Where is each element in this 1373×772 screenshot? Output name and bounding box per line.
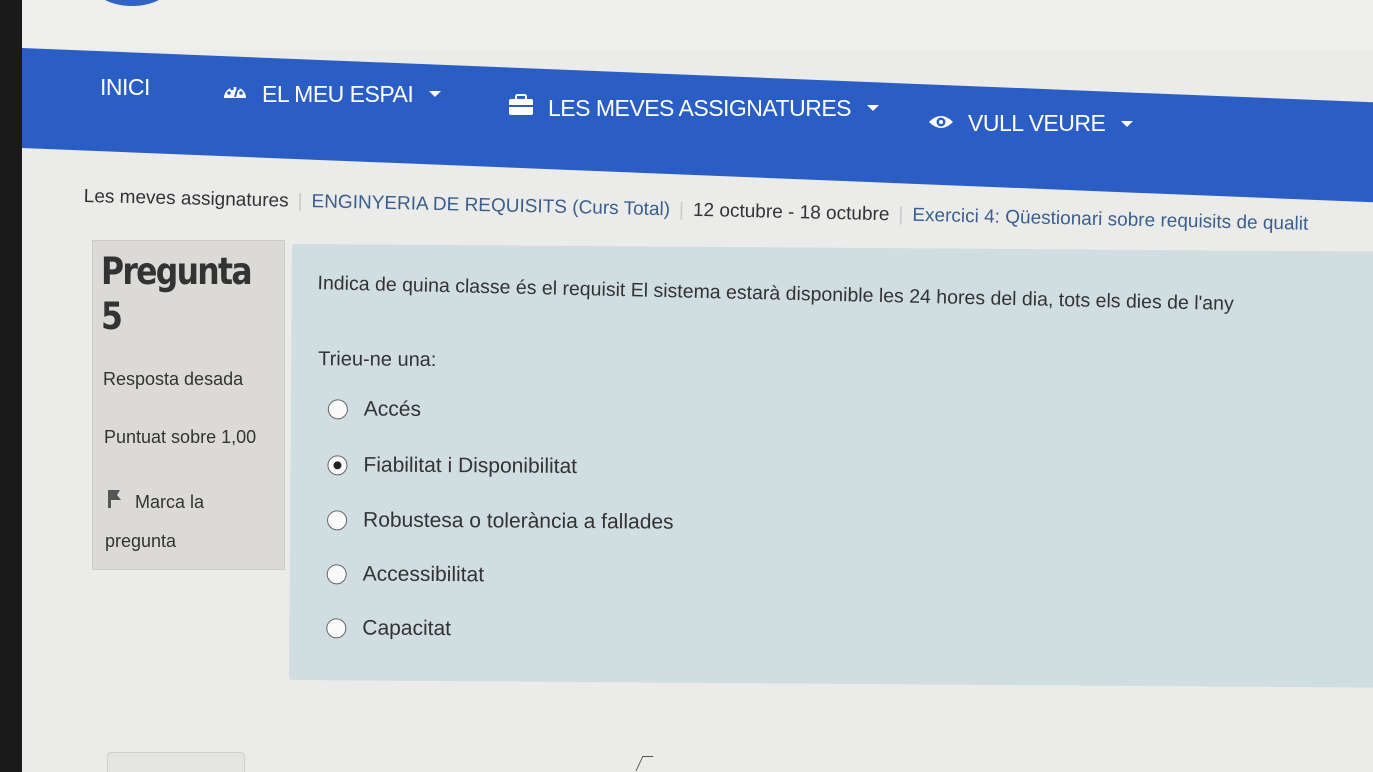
screen: INICI EL MEU ESPAI LES MEVES ASSIGNATURE… [22,0,1373,772]
flag-question-link[interactable]: Marca la pregunta [105,481,275,562]
dashboard-gauge-icon [222,80,248,108]
nav-view[interactable]: VULL VEURE [928,110,1134,137]
question-grade: Puntuat sobre 1,00 [104,427,257,447]
flag-label-line1: Marca la [135,492,205,512]
nav-home[interactable]: INICI [100,74,150,101]
answer-option[interactable]: Accés [327,397,422,422]
breadcrumb-item[interactable]: 12 octubre - 18 octubre [693,200,890,225]
flag-label-line2: pregunta [105,531,177,552]
nav-my-space[interactable]: EL MEU ESPAI [222,80,442,108]
answer-option[interactable]: Fiabilitat i Disponibilitat [327,453,577,479]
briefcase-icon [508,94,534,122]
nav-my-space-label: EL MEU ESPAI [262,80,414,107]
main-navigation: INICI EL MEU ESPAI LES MEVES ASSIGNATURE… [22,48,1373,148]
breadcrumb-item[interactable]: Exercici 4: Qüestionari sobre requisits … [912,205,1308,235]
header-strip [22,0,1373,50]
radio-button-selected[interactable] [327,455,348,476]
nav-home-label: INICI [100,74,150,100]
question-content-panel: Indica de quina classe és el requisit El… [288,244,1373,688]
chevron-down-icon [1121,120,1134,127]
answer-option[interactable]: Robustesa o tolerància a fallades [327,508,674,534]
nav-my-subjects[interactable]: LES MEVES ASSIGNATURES [508,94,880,122]
logo-shape [92,0,172,6]
radio-button[interactable] [327,399,348,420]
answer-option-label: Capacitat [362,616,452,641]
answer-option-label: Fiabilitat i Disponibilitat [363,453,578,478]
answer-option[interactable]: Accessibilitat [326,562,485,587]
nav-view-label: VULL VEURE [968,110,1106,136]
bottom-button[interactable] [107,752,245,772]
breadcrumb-item[interactable]: Les meves assignatures [84,186,289,212]
mouse-cursor-icon [635,756,654,771]
breadcrumb-separator: | [678,199,685,221]
answer-option-label: Accessibilitat [362,562,485,587]
breadcrumb-separator: | [898,204,904,226]
question-title-label: Pregunta [101,250,253,293]
radio-button[interactable] [327,510,348,531]
radio-button[interactable] [326,564,347,585]
question-info-panel: Pregunta 5 Resposta desada Puntuat sobre… [92,240,285,570]
answer-prompt: Trieu-ne una: [318,348,437,372]
radio-button[interactable] [326,618,347,639]
answer-option[interactable]: Capacitat [326,616,451,641]
nav-my-subjects-label: LES MEVES ASSIGNATURES [548,94,852,121]
question-number: 5 [101,295,123,338]
chevron-down-icon [429,91,442,97]
eye-icon [928,110,954,137]
breadcrumb-separator: | [297,190,303,212]
question-title: Pregunta 5 [101,249,253,339]
answer-option-label: Accés [363,397,422,421]
question-text: Indica de quina classe és el requisit El… [317,272,1234,315]
breadcrumb-item[interactable]: ENGINYERIA DE REQUISITS (Curs Total) [311,191,670,220]
answer-option-label: Robustesa o tolerància a fallades [362,508,674,534]
question-state: Resposta desada [103,369,244,389]
flag-icon [105,482,125,524]
chevron-down-icon [867,105,880,111]
